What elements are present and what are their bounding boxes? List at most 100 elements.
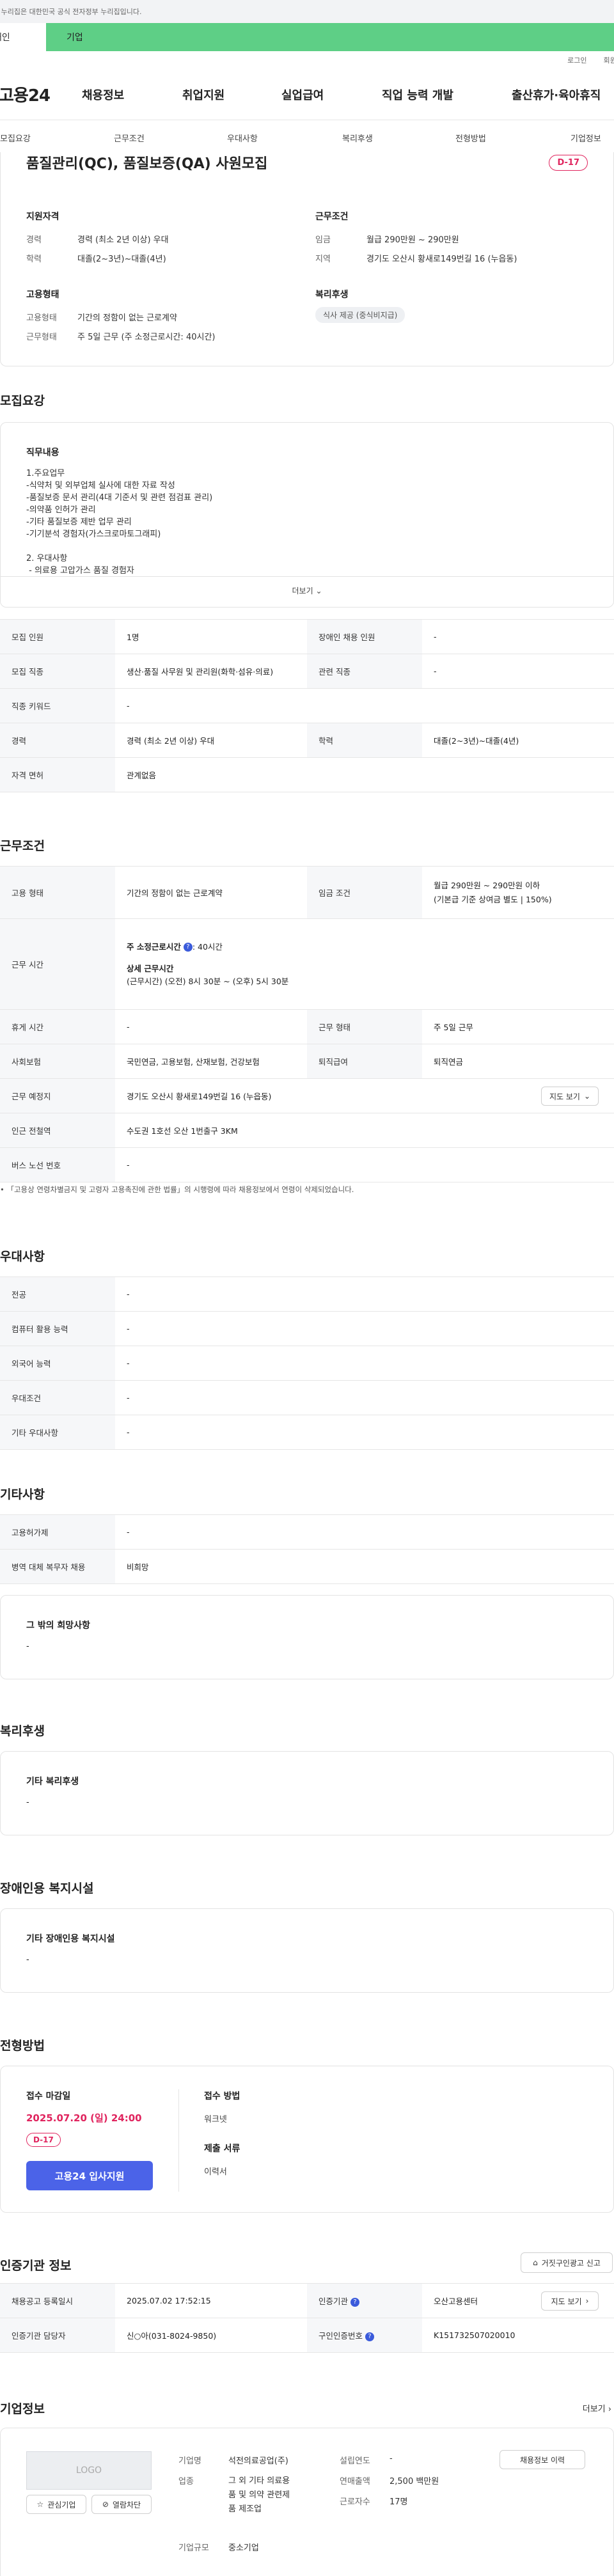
table-header: 모집 인원 — [0, 619, 115, 654]
table-header: 전공 — [0, 1276, 115, 1312]
duty-text: 1.주요업무 -식약처 및 외부업체 실사에 대한 자료 작성 -품질보증 문서… — [26, 469, 213, 576]
company-logo-text: LOGO — [75, 2465, 102, 2476]
table-cell: 대졸(2~3년)~대졸(4년) — [422, 723, 614, 758]
table-cell: - — [115, 1514, 614, 1550]
hope-card: 그 밖의 희망사항 - — [0, 1595, 614, 1679]
apply-button[interactable]: 고용24 입사지원 — [26, 2161, 153, 2190]
table-header: 채용공고 등록일시 — [0, 2283, 115, 2318]
block-company-label: 열람차단 — [112, 2500, 141, 2509]
age-note: • 「고용상 연령차별금지 및 고령자 고용촉진에 관한 법률」의 시행령에 따… — [0, 1185, 354, 1194]
table-cell: 수도권 1호선 오산 1번출구 3KM — [115, 1113, 614, 1148]
duty-more-divider — [1, 576, 613, 577]
table-header: 인증기관 담당자 — [0, 2318, 115, 2353]
career-label: 경력 — [26, 235, 42, 245]
emp-title: 고용형태 — [26, 290, 59, 300]
gnb-item-leave[interactable]: 출산휴가·육아휴직 — [512, 86, 601, 103]
company-sales-value: 2,500 백만원 — [390, 2477, 439, 2486]
duty-more-button[interactable]: 더보기 ⌄ — [1, 585, 613, 596]
table-row: 인증기관 담당자 신○아(031-8024-9850) 구인인증번호 ? K15… — [0, 2318, 614, 2353]
age-note-text: 「고용상 연령차별금지 및 고령자 고용촉진에 관한 법률」의 시행령에 따라 … — [6, 1185, 354, 1194]
method-value: 워크넷 — [204, 2115, 227, 2124]
recruit-section-title: 모집요강 — [0, 394, 45, 408]
qual-title: 지원자격 — [26, 212, 59, 222]
table-row: 휴게 시간 - 근무 형태 주 5일 근무 — [0, 1009, 614, 1044]
global-nav: 고용24 채용정보 취업지원 실업급여 직업 능력 개발 출산휴가·육아휴직 — [0, 69, 614, 120]
table-row: 우대조건 - — [0, 1380, 614, 1415]
gnb-item-benefit[interactable]: 실업급여 — [281, 86, 324, 103]
table-header: 휴게 시간 — [0, 1009, 115, 1044]
hours-week-value: : 40시간 — [192, 941, 223, 952]
company-section-title: 기업정보 — [0, 2402, 45, 2416]
help-icon[interactable]: ? — [365, 2332, 374, 2341]
docs-label: 제출 서류 — [204, 2144, 240, 2154]
company-size-value: 중소기업 — [228, 2543, 259, 2553]
table-header: 모집 직종 — [0, 654, 115, 689]
table-cell: 국민연금, 고용보험, 산재보험, 건강보험 — [115, 1044, 307, 1079]
disabled-card: 기타 장애인용 복지시설 - — [0, 1908, 614, 1993]
company-name-value: 석전의료공업(주) — [228, 2456, 288, 2466]
company-staff-value: 17명 — [390, 2497, 408, 2507]
welfare-tag: 식사 제공 (중식비지급) — [315, 307, 405, 323]
table-header: 외국어 능력 — [0, 1346, 115, 1381]
table-header: 인증기관 ? — [307, 2283, 422, 2318]
table-cell: - — [115, 1415, 614, 1450]
company-card: LOGO ☆ 관심기업 ⊘ 열람차단 기업명 석전의료공업(주) 업종 그 외 기타… — [0, 2428, 614, 2576]
subnav-company[interactable]: 기업정보 — [571, 132, 601, 144]
table-row: 모집 직종 생산·품질 사무원 및 관리원(화학·섬유·의료) 관련 직종 - — [0, 654, 614, 689]
subnav-recruit[interactable]: 모집요강 — [0, 132, 31, 144]
gnb-item-training[interactable]: 직업 능력 개발 — [382, 86, 453, 103]
table-cell: 기간의 정함이 없는 근로계약 — [115, 866, 307, 919]
tab-person-label: 개인 — [0, 33, 10, 43]
table-cell: - — [115, 688, 614, 723]
table-header: 고용 형태 — [0, 866, 115, 919]
method-label: 접수 방법 — [204, 2091, 240, 2101]
table-cell: 관계없음 — [115, 757, 614, 792]
table-cell: - — [422, 619, 614, 654]
cert-section-title: 인증기관 정보 — [0, 2259, 72, 2273]
company-name-label: 기업명 — [178, 2456, 201, 2466]
table-row: 기타 우대사항 - — [0, 1415, 614, 1450]
table-row: 전공 - — [0, 1276, 614, 1312]
table-header: 학력 — [307, 723, 422, 758]
company-sales-label: 연매출액 — [340, 2477, 370, 2486]
disabled-value: - — [26, 1955, 29, 1965]
disabled-sub: 기타 장애인용 복지시설 — [26, 1934, 115, 1944]
gov-notice-text: 이 누리집은 대한민국 공식 전자정부 누리집입니다. — [0, 8, 142, 16]
join-link[interactable]: 회원가입 — [604, 55, 614, 65]
table-header: 근무 예정지 — [0, 1078, 115, 1113]
user-type-tabs: 개인 기업 — [0, 23, 614, 51]
emptype-value: 기간의 정함이 없는 근로계약 — [77, 313, 177, 323]
subnav-pref[interactable]: 우대사항 — [227, 132, 258, 144]
map-button[interactable]: 지도 보기 ⌄ — [541, 1087, 599, 1106]
fav-company-button[interactable]: ☆ 관심기업 — [26, 2495, 86, 2514]
cond-title: 근무조건 — [315, 212, 349, 222]
gnb-item-support[interactable]: 취업지원 — [182, 86, 224, 103]
table-header: 퇴직급여 — [307, 1044, 422, 1079]
welfare-sub: 기타 복리후생 — [26, 1777, 79, 1787]
site-logo[interactable]: 고용24 — [0, 82, 81, 106]
apply-button-label: 고용24 입사지원 — [54, 2170, 125, 2182]
tab-person[interactable]: 개인 — [0, 23, 46, 51]
hours-week-label: 주 소정근로시간 — [127, 941, 181, 952]
gnb-item-jobs[interactable]: 채용정보 — [82, 86, 124, 103]
cert-map-button[interactable]: 지도 보기 › — [541, 2291, 599, 2311]
subnav-process[interactable]: 전형방법 — [455, 132, 486, 144]
table-header: 사회보험 — [0, 1044, 115, 1079]
process-divider — [178, 2089, 179, 2192]
disabled-section-title: 장애인용 복지시설 — [0, 1881, 94, 1896]
company-more-link[interactable]: 더보기 › — [583, 2402, 611, 2414]
pref-section-title: 우대사항 — [0, 1250, 45, 1264]
hire-history-button[interactable]: 채용정보 이력 — [500, 2450, 585, 2469]
help-icon[interactable]: ? — [350, 2297, 359, 2307]
help-icon[interactable]: ? — [183, 943, 193, 952]
block-company-button[interactable]: ⊘ 열람차단 — [91, 2495, 152, 2514]
subnav-work[interactable]: 근무조건 — [114, 132, 145, 144]
hours-cell: 주 소정근로시간 ?: 40시간 상세 근무시간 (근무시간) (오전) 8시 … — [115, 918, 614, 1010]
report-button[interactable]: ⌂ 거짓구인광고 신고 — [521, 2252, 613, 2273]
login-link[interactable]: 로그인 — [567, 55, 586, 65]
subnav-welfare[interactable]: 복리후생 — [342, 132, 373, 144]
tab-company[interactable]: 기업 — [46, 23, 614, 51]
map-button-label: 지도 보기 — [549, 1092, 580, 1101]
table-header: 근무 형태 — [307, 1009, 422, 1044]
table-cell: 퇴직연금 — [422, 1044, 614, 1079]
